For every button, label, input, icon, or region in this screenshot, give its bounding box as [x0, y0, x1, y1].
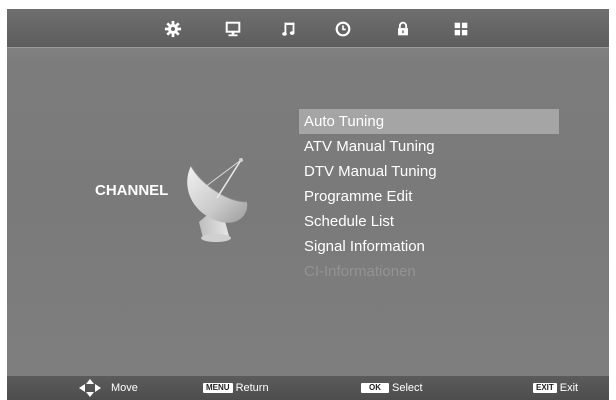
menu-key: MENU: [203, 383, 233, 393]
hint-return: MENU Return: [203, 376, 269, 400]
exit-key: EXIT: [533, 383, 557, 393]
hint-move-label: Move: [111, 382, 138, 394]
hint-select-label: Select: [392, 382, 423, 394]
bottom-hint-bar: Move MENU Return OK Select EXIT Exit: [7, 376, 609, 400]
clock-icon[interactable]: [333, 19, 353, 39]
menu-item-auto-tuning[interactable]: Auto Tuning: [299, 109, 559, 134]
menu-item-schedule-list[interactable]: Schedule List: [299, 209, 559, 234]
section-title: CHANNEL: [95, 182, 169, 199]
top-menu-bar: [7, 9, 609, 48]
ok-key: OK: [361, 383, 389, 393]
menu-item-dtv-manual-tuning[interactable]: DTV Manual Tuning: [299, 159, 559, 184]
grid-icon[interactable]: [451, 19, 471, 39]
channel-menu-list: Auto Tuning ATV Manual Tuning DTV Manual…: [299, 109, 559, 284]
lock-icon[interactable]: [393, 19, 413, 39]
menu-item-programme-edit[interactable]: Programme Edit: [299, 184, 559, 209]
direction-arrows-icon: [79, 379, 101, 397]
satellite-dish-icon: [177, 152, 257, 244]
hint-return-label: Return: [235, 382, 269, 394]
hint-exit: EXIT Exit: [533, 376, 578, 400]
settings-gear-icon[interactable]: [163, 19, 183, 39]
music-note-icon[interactable]: [279, 19, 299, 39]
hint-move: Move: [77, 376, 138, 400]
hint-select: OK Select: [361, 376, 423, 400]
menu-item-signal-information[interactable]: Signal Information: [299, 234, 559, 259]
display-icon[interactable]: [223, 19, 243, 39]
hint-exit-label: Exit: [559, 382, 579, 394]
menu-item-atv-manual-tuning[interactable]: ATV Manual Tuning: [299, 134, 559, 159]
menu-item-ci-informationen: CI-Informationen: [304, 263, 416, 280]
tv-menu-screen: CHANNEL Auto Tuning ATV Manual Tuning DT…: [7, 9, 609, 400]
